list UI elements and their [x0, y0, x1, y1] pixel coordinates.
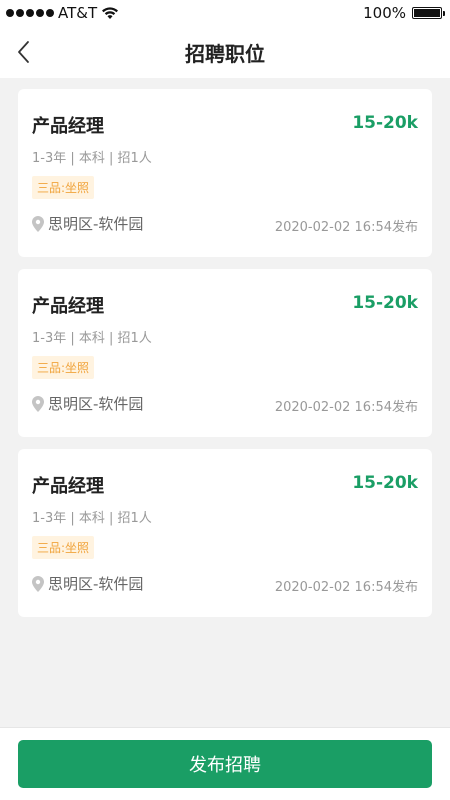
status-right: 100%	[363, 4, 445, 22]
job-salary: 15-20k	[352, 113, 418, 133]
signal-strength-icon	[6, 9, 54, 17]
job-location: 思明区-软件园	[32, 393, 143, 414]
job-tag: 三品:坐照	[32, 356, 95, 379]
job-requirements: 1-3年 | 本科 | 招1人	[32, 151, 152, 166]
battery-fill	[414, 9, 440, 17]
nav-bar: 招聘职位	[0, 26, 450, 78]
job-published-time: 2020-02-02 16:54发布	[274, 580, 418, 595]
job-location: 思明区-软件园	[32, 573, 143, 594]
job-requirements: 1-3年 | 本科 | 招1人	[32, 331, 152, 346]
location-pin-icon	[32, 395, 44, 412]
job-title: 产品经理	[32, 116, 104, 137]
carrier-name: AT&T	[58, 4, 98, 22]
job-title: 产品经理	[32, 476, 104, 497]
job-location-text: 思明区-软件园	[48, 575, 144, 593]
publish-job-button[interactable]: 发布招聘	[18, 740, 432, 788]
location-pin-icon	[32, 575, 44, 592]
job-location-text: 思明区-软件园	[48, 215, 144, 233]
job-list: 产品经理 15-20k 1-3年 | 本科 | 招1人 三品:坐照 思明区-软件…	[18, 89, 432, 629]
job-location: 思明区-软件园	[32, 213, 143, 234]
battery-icon	[412, 7, 445, 19]
battery-percent: 100%	[363, 4, 406, 22]
job-published-time: 2020-02-02 16:54发布	[274, 220, 418, 235]
job-title: 产品经理	[32, 296, 104, 317]
job-card[interactable]: 产品经理 15-20k 1-3年 | 本科 | 招1人 三品:坐照 思明区-软件…	[18, 89, 432, 257]
job-tag: 三品:坐照	[32, 176, 95, 199]
job-card[interactable]: 产品经理 15-20k 1-3年 | 本科 | 招1人 三品:坐照 思明区-软件…	[18, 269, 432, 437]
bottom-bar: 发布招聘	[0, 727, 450, 800]
job-card[interactable]: 产品经理 15-20k 1-3年 | 本科 | 招1人 三品:坐照 思明区-软件…	[18, 449, 432, 617]
job-published-time: 2020-02-02 16:54发布	[274, 400, 418, 415]
location-pin-icon	[32, 215, 44, 232]
job-requirements: 1-3年 | 本科 | 招1人	[32, 511, 152, 526]
page-title: 招聘职位	[185, 42, 265, 66]
status-bar: AT&T 100%	[0, 0, 450, 26]
job-location-text: 思明区-软件园	[48, 395, 144, 413]
wifi-icon	[102, 7, 119, 19]
job-salary: 15-20k	[352, 473, 418, 493]
job-salary: 15-20k	[352, 293, 418, 313]
job-tag: 三品:坐照	[32, 536, 95, 559]
status-left: AT&T	[6, 4, 119, 22]
